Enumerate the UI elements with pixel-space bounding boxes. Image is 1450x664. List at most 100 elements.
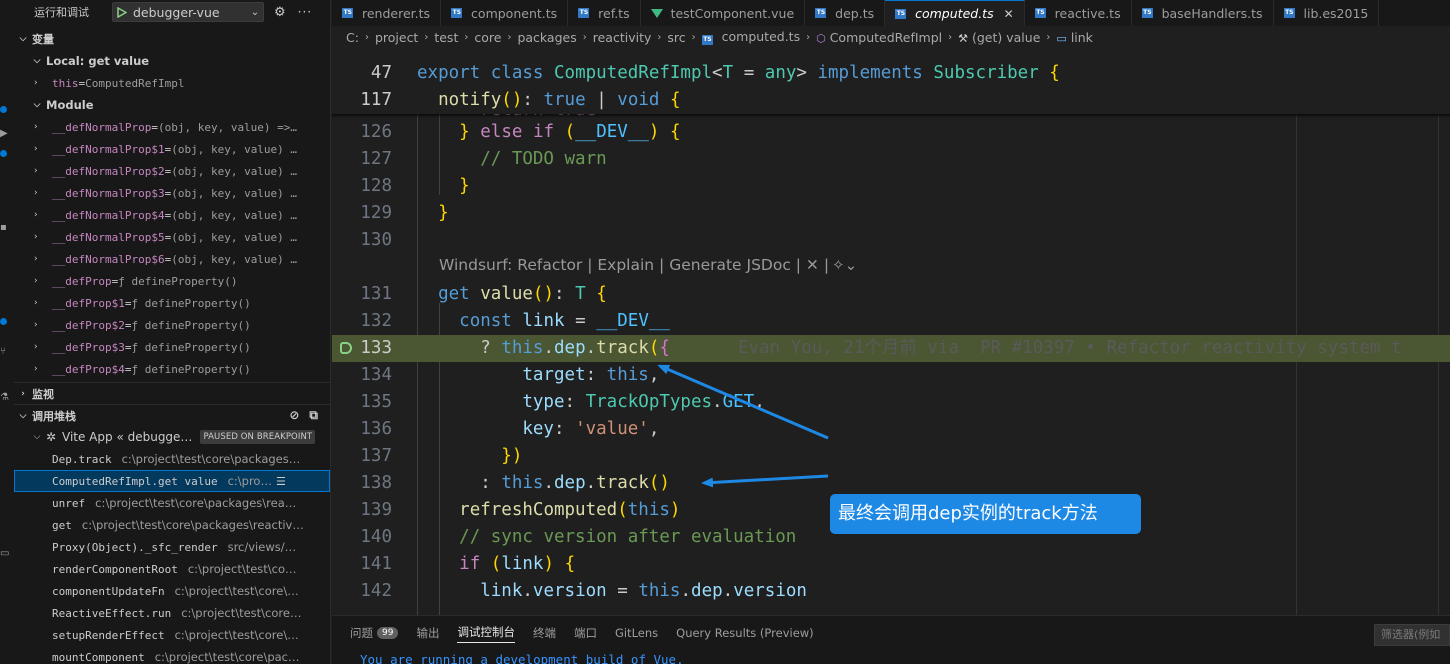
frame-source-path: c:\project\test\co… <box>187 562 297 576</box>
variable-equals: = <box>151 120 158 134</box>
variable-equals: = <box>111 274 119 288</box>
variable-row[interactable]: › this = ComputedRefImpl <box>14 72 330 94</box>
debug-session-row[interactable]: ⌵ ✲ Vite App « debugge… PAUSED ON BREAKP… <box>14 426 330 448</box>
panel-tab[interactable]: 调试控制台 <box>457 624 515 643</box>
variable-row[interactable]: › __defNormalProp$4 = (obj, key, value) … <box>14 204 330 226</box>
chevron-right-icon: › <box>34 210 38 220</box>
watch-section-header[interactable]: › 监视 <box>14 382 330 404</box>
panel-tab[interactable]: 终端 <box>533 625 556 641</box>
panel-tab[interactable]: 端口 <box>574 625 597 641</box>
extensions-activity-icon[interactable]: ▪ <box>0 222 10 233</box>
variable-name: __defProp$3 <box>52 340 125 354</box>
callstack-frame[interactable]: setupRenderEffect c:\project\test\core\… <box>14 624 330 646</box>
variable-value: ƒ defineProperty() <box>131 318 251 332</box>
launch-config-select[interactable]: debugger-vue ⌄ <box>112 2 264 22</box>
close-icon[interactable]: ✕ <box>1004 7 1014 21</box>
breadcrumb-item[interactable]: ⚒ (get) value <box>958 30 1040 45</box>
callstack-frame[interactable]: Dep.track c:\project\test\core\packages… <box>14 448 330 470</box>
frame-source-path: c:\project\test\core\packages\reactiv… <box>81 518 304 532</box>
editor-tab[interactable]: TS baseHandlers.ts <box>1132 0 1274 26</box>
breadcrumb-item[interactable]: src <box>667 30 685 45</box>
chevron-right-icon: › <box>34 166 38 176</box>
callstack-frame[interactable]: ComputedRefImpl.get value c:\pro… ☰ <box>14 470 330 492</box>
panel-tab[interactable]: Query Results (Preview) <box>676 626 814 640</box>
chevron-right-icon: › <box>657 31 662 43</box>
callstack-frame[interactable]: get c:\project\test\core\packages\reactiv… <box>14 514 330 536</box>
variable-row[interactable]: › __defNormalProp = (obj, key, value) =>… <box>14 116 330 138</box>
chevron-down-icon[interactable]: ⌄ <box>247 7 263 18</box>
variable-row[interactable]: › __defProp$1 = ƒ defineProperty() <box>14 292 330 314</box>
panel-tab-label: 输出 <box>416 626 440 640</box>
variable-row[interactable]: › __defProp$3 = ƒ defineProperty() <box>14 336 330 358</box>
variable-row[interactable]: › __defProp = ƒ defineProperty() <box>14 270 330 292</box>
breadcrumb-item[interactable]: ▭ link <box>1056 30 1093 45</box>
frame-function-name: componentUpdateFn <box>52 584 165 598</box>
panel-tab[interactable]: 问题 99 <box>350 625 399 641</box>
callstack-frame[interactable]: mountComponent c:\project\test\core\pac… <box>14 646 330 664</box>
testing-activity-icon[interactable]: ⚗ <box>0 392 10 403</box>
callstack-frame[interactable]: componentUpdateFn c:\project\test\core\… <box>14 580 330 602</box>
toggle-breakpoints-icon[interactable]: ⊘ <box>289 408 299 423</box>
chevron-right-icon: › <box>34 232 38 242</box>
chevron-right-icon: › <box>34 298 38 308</box>
breadcrumb-item[interactable]: packages <box>517 30 576 45</box>
variable-row[interactable]: › __defNormalProp$2 = (obj, key, value) … <box>14 160 330 182</box>
breadcrumb-item[interactable]: reactivity <box>593 30 652 45</box>
breadcrumb-item[interactable]: ⬡ ComputedRefImpl <box>816 30 942 45</box>
variable-value: (obj, key, value) =>… <box>157 120 298 134</box>
variable-row[interactable]: › __defNormalProp$5 = (obj, key, value) … <box>14 226 330 248</box>
restart-frame-icon[interactable]: ☰ <box>276 475 286 488</box>
more-actions-icon[interactable]: ··· <box>298 5 312 19</box>
panel-tab[interactable]: 输出 <box>416 625 439 641</box>
source-control-activity-icon[interactable]: ⑂ <box>0 346 10 357</box>
editor-tab[interactable]: TS dep.ts <box>805 0 886 26</box>
breadcrumb-item[interactable]: core <box>474 30 501 45</box>
variable-name: __defNormalProp$3 <box>52 186 165 200</box>
variable-value: ComputedRefImpl <box>85 76 185 90</box>
callstack-frame[interactable]: ReactiveEffect.run c:\project\test\core… <box>14 602 330 624</box>
editor-tab[interactable]: TS reactive.ts <box>1025 0 1132 26</box>
editor-tab[interactable]: TS computed.ts ✕ <box>885 0 1025 26</box>
local-scope-header[interactable]: ⌵ Local: get value <box>14 50 330 72</box>
callstack-frame[interactable]: unref c:\project\test\core\packages\rea… <box>14 492 330 514</box>
variable-name: __defNormalProp$1 <box>52 142 165 156</box>
callstack-frame[interactable]: renderComponentRoot c:\project\test\co… <box>14 558 330 580</box>
frame-source-path: c:\project\test\core\packages… <box>121 452 301 466</box>
editor-tab[interactable]: testComponent.vue <box>641 0 806 26</box>
variable-equals: = <box>124 362 132 376</box>
callstack-section-header[interactable]: ⌵ 调用堆栈 ⊘ ⧉ <box>14 404 330 426</box>
play-icon[interactable] <box>113 6 131 18</box>
debug-sidebar: 运行和调试 debugger-vue ⌄ ⚙ ··· ⌵ 变量 ⌵ Local:… <box>14 0 331 664</box>
variable-equals: = <box>164 208 172 222</box>
chevron-right-icon: › <box>1046 31 1051 43</box>
variable-equals: = <box>124 318 132 332</box>
editor-tab[interactable]: TS renderer.ts <box>332 0 442 26</box>
code-editor[interactable]: return true47export class ComputedRefImp… <box>332 60 1450 615</box>
variable-row[interactable]: › __defNormalProp$1 = (obj, key, value) … <box>14 138 330 160</box>
collapse-all-icon[interactable]: ⧉ <box>309 408 318 423</box>
breadcrumb-label: link <box>1070 29 1093 45</box>
editor-tab[interactable]: TS lib.es2015 <box>1274 0 1380 26</box>
typescript-file-icon: TS <box>701 35 713 45</box>
remote-activity-icon[interactable]: ▭ <box>0 548 10 559</box>
variable-row[interactable]: › __defProp$4 = ƒ defineProperty() <box>14 358 330 380</box>
wrench-icon: ⚒ <box>958 31 968 45</box>
editor-tab[interactable]: TS ref.ts <box>568 0 641 26</box>
breadcrumb-item[interactable]: project <box>375 30 418 45</box>
console-filter-input[interactable]: 筛选器(例如 <box>1374 624 1450 646</box>
variable-row[interactable]: › __defNormalProp$3 = (obj, key, value) … <box>14 182 330 204</box>
breadcrumb-label: (get) value <box>972 29 1041 45</box>
module-scope-header[interactable]: ⌵ Module <box>14 94 330 116</box>
variable-row[interactable]: › __defNormalProp$6 = (obj, key, value) … <box>14 248 330 270</box>
editor-tab[interactable]: TS component.ts <box>441 0 569 26</box>
variables-section-header[interactable]: ⌵ 变量 <box>14 28 330 50</box>
callstack-frame[interactable]: Proxy(Object)._sfc_render src/views/… <box>14 536 330 558</box>
gear-icon[interactable]: ⚙ <box>274 5 286 20</box>
breadcrumb-item[interactable]: C: <box>346 30 359 45</box>
variable-row[interactable]: › __defProp$2 = ƒ defineProperty() <box>14 314 330 336</box>
panel-tab[interactable]: GitLens <box>615 626 658 640</box>
run-debug-activity-icon[interactable]: ▶ <box>0 128 10 139</box>
variable-name: __defNormalProp$5 <box>52 230 165 244</box>
breadcrumb-item[interactable]: test <box>434 30 458 45</box>
breadcrumb-item[interactable]: TS computed.ts <box>701 29 800 45</box>
